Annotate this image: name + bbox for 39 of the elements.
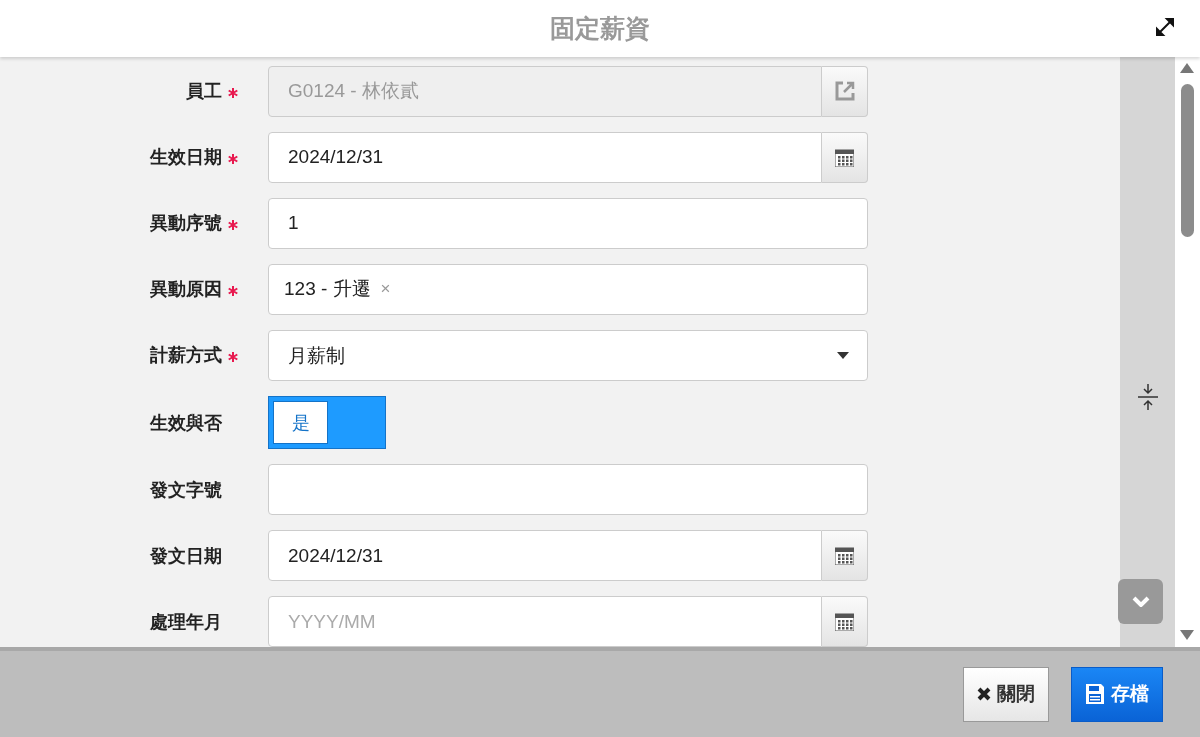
open-link-button[interactable] bbox=[822, 65, 868, 117]
field-label: 員工 bbox=[185, 80, 222, 104]
text-field[interactable]: 1 bbox=[268, 197, 868, 249]
toggle-knob: 是 bbox=[273, 401, 328, 445]
save-button[interactable]: 存檔 bbox=[1071, 666, 1163, 722]
text-field[interactable] bbox=[268, 464, 868, 516]
field-label: 發文日期 bbox=[149, 544, 222, 568]
field-label: 處理年月 bbox=[149, 610, 222, 634]
calendar-button[interactable] bbox=[822, 530, 868, 582]
close-button[interactable]: 關閉 bbox=[963, 666, 1049, 722]
field-label: 異動序號 bbox=[149, 212, 222, 236]
tag-text: 123 - 升遷 bbox=[284, 277, 371, 302]
tag-field[interactable]: 123 - 升遷 × bbox=[268, 263, 868, 315]
date-field[interactable]: 2024/12/31 bbox=[268, 131, 822, 183]
calendar-icon bbox=[835, 546, 854, 566]
scroll-up-arrow-icon[interactable] bbox=[1180, 63, 1194, 73]
toggle-switch[interactable]: 是 bbox=[268, 396, 386, 450]
calendar-icon bbox=[835, 612, 854, 632]
dialog-title: 固定薪資 bbox=[550, 13, 650, 44]
scroll-down-button[interactable] bbox=[1118, 579, 1163, 624]
date-field[interactable]: YYYY/MM bbox=[268, 596, 822, 647]
field-label: 發文字號 bbox=[149, 478, 222, 502]
field-label: 生效與否 bbox=[149, 411, 222, 435]
dropdown-caret-icon bbox=[837, 352, 849, 359]
collapse-icon[interactable] bbox=[1138, 384, 1158, 410]
calendar-button[interactable] bbox=[822, 596, 868, 647]
scrollbar-thumb[interactable] bbox=[1181, 84, 1194, 237]
calendar-icon bbox=[835, 147, 854, 167]
date-field[interactable]: 2024/12/31 bbox=[268, 530, 822, 582]
field-label: 異動原因 bbox=[149, 278, 222, 302]
expand-arrows-icon bbox=[1156, 18, 1174, 36]
chevron-down-icon bbox=[1131, 596, 1150, 607]
external-link-icon bbox=[833, 80, 856, 103]
scroll-down-arrow-icon[interactable] bbox=[1180, 630, 1194, 640]
calendar-button[interactable] bbox=[822, 131, 868, 183]
select-field[interactable]: 月薪制 bbox=[268, 330, 868, 381]
close-icon bbox=[977, 687, 991, 701]
field-label: 生效日期 bbox=[149, 146, 222, 170]
field-label: 計薪方式 bbox=[149, 344, 222, 368]
